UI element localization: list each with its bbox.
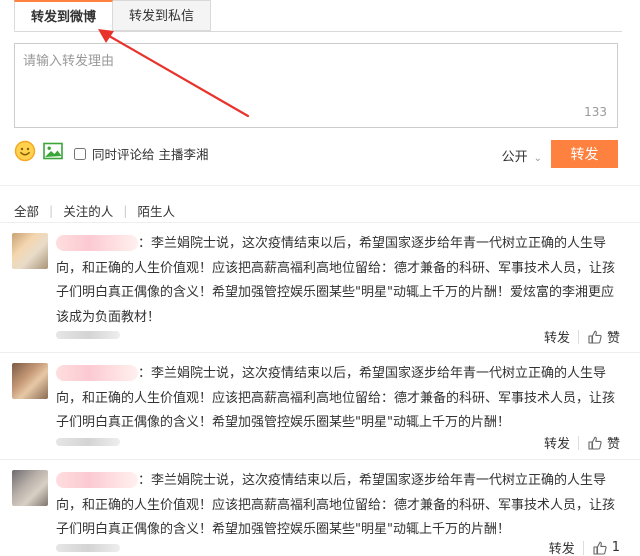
item-actions: 转发 赞 (544, 327, 620, 346)
char-counter: 133 (584, 105, 607, 119)
thumbs-up-icon (588, 436, 602, 450)
repost-link[interactable]: 转发 (544, 433, 570, 452)
action-separator (577, 329, 579, 344)
visibility-select[interactable]: 公开 ⌄ (502, 146, 542, 165)
filter-strangers[interactable]: 陌生人 (137, 201, 175, 220)
avatar[interactable] (12, 363, 48, 399)
chevron-down-icon: ⌄ (533, 153, 542, 164)
repost-reason-box: 133 (14, 43, 618, 128)
filter-following[interactable]: 关注的人 (63, 201, 113, 220)
sync-comment-label: 同时评论给 主播李湘 (92, 147, 209, 162)
tab-repost-to-message[interactable]: 转发到私信 (113, 0, 212, 31)
sync-comment-option[interactable]: 同时评论给 主播李湘 (74, 144, 208, 163)
comment-text: ：李兰娟院士说，这次疫情结束以后，希望国家逐步给年青一代树立正确的人生导向，和正… (56, 473, 616, 537)
timestamp-blurred (56, 544, 120, 552)
like-label: 1 (611, 540, 620, 555)
filter-separator: | (123, 203, 128, 218)
action-separator (582, 540, 584, 555)
filter-separator: | (49, 203, 54, 218)
comment-text: ：李兰娟院士说，这次疫情结束以后，希望国家逐步给年青一代树立正确的人生导向，和正… (56, 236, 616, 325)
list-item: ：李兰娟院士说，这次疫情结束以后，希望国家逐步给年青一代树立正确的人生导向，和正… (0, 222, 640, 352)
timestamp-blurred (56, 438, 120, 446)
tabs-divider (14, 31, 622, 32)
avatar[interactable] (12, 233, 48, 269)
comment-body: ：李兰娟院士说，这次疫情结束以后，希望国家逐步给年青一代树立正确的人生导向，和正… (56, 232, 622, 330)
thumbs-up-icon (588, 330, 602, 344)
filter-all[interactable]: 全部 (14, 201, 39, 220)
like-button[interactable]: 赞 (587, 433, 620, 452)
item-actions: 转发 1 (549, 538, 620, 556)
repost-tabs: 转发到微博 转发到私信 (14, 0, 212, 31)
tab-repost-to-weibo[interactable]: 转发到微博 (14, 0, 114, 31)
composer-toolbar: 同时评论给 主播李湘 公开 ⌄ 转发 (14, 140, 618, 168)
section-divider (0, 185, 640, 186)
timestamp-blurred (56, 331, 120, 339)
visibility-label: 公开 (501, 150, 528, 165)
image-icon[interactable] (42, 140, 64, 162)
repost-reason-input[interactable] (15, 44, 617, 127)
smiley-icon[interactable] (14, 140, 36, 162)
repost-submit-button[interactable]: 转发 (551, 140, 618, 168)
like-button[interactable]: 1 (592, 540, 620, 556)
like-label: 赞 (606, 437, 620, 452)
like-label: 赞 (606, 331, 620, 346)
list-item: ：李兰娟院士说，这次疫情结束以后，希望国家逐步给年青一代树立正确的人生导向，和正… (0, 459, 640, 556)
comment-filters: 全部 | 关注的人 | 陌生人 (14, 201, 175, 220)
repost-link[interactable]: 转发 (544, 327, 570, 346)
sync-comment-checkbox[interactable] (74, 147, 86, 160)
action-separator (577, 435, 579, 450)
comment-body: ：李兰娟院士说，这次疫情结束以后，希望国家逐步给年青一代树立正确的人生导向，和正… (56, 469, 622, 543)
avatar[interactable] (12, 470, 48, 506)
thumbs-up-icon (593, 541, 607, 555)
comment-text: ：李兰娟院士说，这次疫情结束以后，希望国家逐步给年青一代树立正确的人生导向，和正… (56, 366, 616, 430)
item-actions: 转发 赞 (544, 433, 620, 452)
repost-link[interactable]: 转发 (549, 538, 575, 556)
comment-body: ：李兰娟院士说，这次疫情结束以后，希望国家逐步给年青一代树立正确的人生导向，和正… (56, 362, 622, 436)
list-item: ：李兰娟院士说，这次疫情结束以后，希望国家逐步给年青一代树立正确的人生导向，和正… (0, 352, 640, 459)
like-button[interactable]: 赞 (587, 327, 620, 346)
